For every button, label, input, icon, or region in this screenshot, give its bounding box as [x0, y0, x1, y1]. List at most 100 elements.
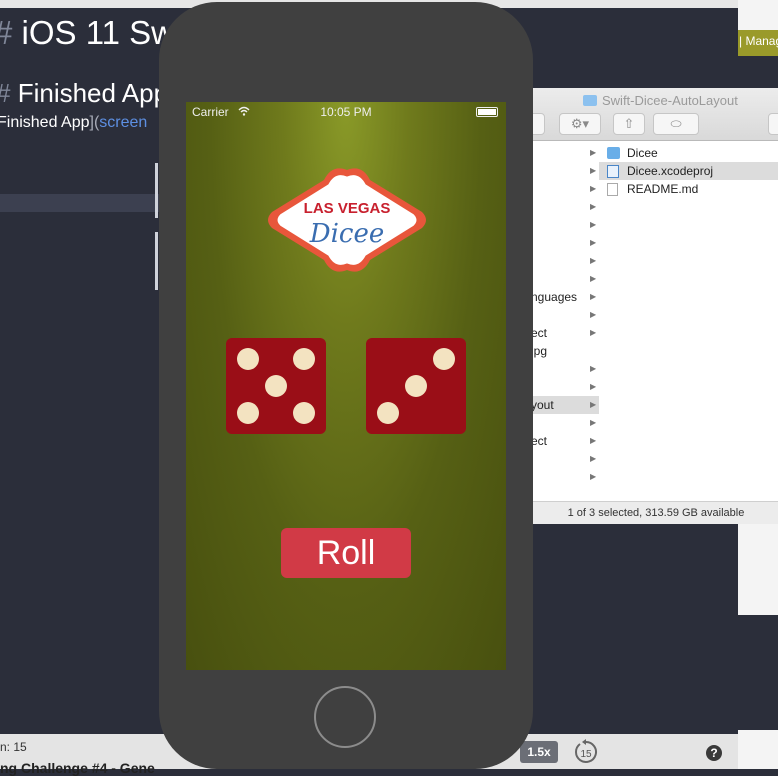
folder-list-item[interactable]: ▶: [533, 414, 599, 432]
folder-list-item[interactable]: ▶: [533, 306, 599, 324]
folder-list-item[interactable]: ect ▶: [533, 324, 599, 342]
line-number-status: n: 15: [0, 740, 27, 754]
die-pip: [293, 402, 315, 424]
action-gear-button[interactable]: ⚙▾: [559, 113, 601, 135]
battery-icon: [476, 107, 498, 117]
finder-window[interactable]: Swift-Dicee-AutoLayout ⚙▾ ⇧ ⬭ ▶ ▶ ▶ ▶ ▶ ▶ ▶ ▶ ng…: [532, 88, 778, 524]
ios-status-bar: Carrier 10:05 PM: [186, 102, 506, 122]
markdown-image-line: Finished App](screen: [0, 114, 147, 132]
folder-list-item[interactable]: ▶: [533, 270, 599, 288]
finder-status-bar: 1 of 3 selected, 313.59 GB available: [533, 501, 778, 524]
folder-list-item-label: yout: [532, 398, 554, 412]
background-window-label: | Manag: [739, 34, 778, 48]
iphone-simulator: Carrier 10:05 PM LAS VEGAS Dicee Roll: [159, 2, 533, 769]
folder-icon: [583, 95, 597, 106]
dicee-logo: LAS VEGAS Dicee: [264, 164, 430, 276]
disclosure-arrow-icon: ▶: [590, 202, 597, 211]
finder-titlebar[interactable]: Swift-Dicee-AutoLayout ⚙▾ ⇧ ⬭: [533, 88, 778, 141]
finder-file-column[interactable]: Dicee Dicee.xcodeproj README.md: [599, 141, 778, 501]
folder-list-item[interactable]: ▶: [533, 450, 599, 468]
die-pip: [405, 375, 427, 397]
folder-list-item[interactable]: ▶: [533, 252, 599, 270]
help-icon[interactable]: ?: [706, 745, 722, 761]
xcodeproj-icon: [607, 165, 619, 178]
disclosure-arrow-icon: ▶: [590, 328, 597, 337]
current-line-highlight: [0, 194, 160, 212]
disclosure-arrow-icon: ▶: [590, 148, 597, 157]
roll-button[interactable]: Roll: [281, 528, 411, 578]
disclosure-arrow-icon: ▶: [590, 256, 597, 265]
disclosure-arrow-icon: ▶: [590, 400, 597, 409]
logo-title: LAS VEGAS: [303, 200, 391, 217]
disclosure-arrow-icon: ▶: [590, 166, 597, 175]
disclosure-arrow-icon: ▶: [590, 238, 597, 247]
editor-margin-marker: [155, 232, 158, 290]
share-button[interactable]: ⇧: [613, 113, 645, 135]
folder-list-item[interactable]: ▶: [533, 234, 599, 252]
finder-title-text: Swift-Dicee-AutoLayout: [602, 93, 738, 108]
die-pip: [237, 348, 259, 370]
heading-hash: #: [0, 78, 10, 108]
skip-back-icon[interactable]: 15: [572, 738, 600, 766]
link-bracket: ](: [89, 114, 100, 131]
folder-list-item-label: ect: [532, 434, 548, 448]
background-window-panel: [738, 56, 778, 90]
markdown-heading-1: # iOS 11 Sw: [0, 14, 175, 52]
heading-hash: #: [0, 14, 12, 51]
folder-list-item[interactable]: ▶: [533, 180, 599, 198]
markdown-file-icon: [607, 183, 618, 196]
die-pip: [293, 348, 315, 370]
disclosure-arrow-icon: ▶: [590, 220, 597, 229]
lesson-title: ng Challenge #4 - Gene: [0, 760, 155, 776]
home-button[interactable]: [314, 686, 376, 748]
folder-list-item[interactable]: ▶: [533, 360, 599, 378]
view-toggle-button[interactable]: [533, 113, 545, 135]
file-list-item[interactable]: README.md: [599, 180, 778, 198]
image-link[interactable]: screen: [99, 114, 147, 131]
folder-list-item[interactable]: yout ▶: [533, 396, 599, 414]
disclosure-arrow-icon: ▶: [590, 454, 597, 463]
editor-margin-marker: [155, 163, 158, 218]
logo-subtitle: Dicee: [309, 219, 385, 249]
die-pip: [433, 348, 455, 370]
folder-icon: [607, 147, 620, 159]
playback-speed-button[interactable]: 1.5x: [520, 741, 558, 763]
finder-parent-column[interactable]: ▶ ▶ ▶ ▶ ▶ ▶ ▶ ▶ nguages ▶ ▶ ect ▶ jpg ▶ ▶ yout ▶ ▶ ect ▶ ▶ ▶: [533, 141, 600, 501]
app-screen: Carrier 10:05 PM LAS VEGAS Dicee Roll: [186, 102, 506, 670]
markdown-heading-2: # Finished App: [0, 78, 168, 109]
file-name: Dicee.xcodeproj: [627, 164, 714, 178]
image-alt-text: Finished App: [0, 114, 90, 131]
folder-list-item-label: ect: [532, 326, 548, 340]
background-window-panel: [738, 615, 778, 730]
folder-list-item[interactable]: ect ▶: [533, 432, 599, 450]
disclosure-arrow-icon: ▶: [590, 436, 597, 445]
folder-list-item[interactable]: ▶: [533, 468, 599, 486]
folder-list-item[interactable]: ▶: [533, 162, 599, 180]
file-list-item[interactable]: Dicee: [599, 144, 778, 162]
disclosure-arrow-icon: ▶: [590, 310, 597, 319]
folder-list-item[interactable]: ▶: [533, 216, 599, 234]
folder-list-item[interactable]: jpg: [533, 342, 599, 360]
disclosure-arrow-icon: ▶: [590, 418, 597, 427]
file-name: Dicee: [627, 146, 658, 160]
disclosure-arrow-icon: ▶: [590, 292, 597, 301]
heading-text: iOS 11 Sw: [21, 14, 175, 51]
die-pip: [237, 402, 259, 424]
die-left: [226, 338, 326, 434]
disclosure-arrow-icon: ▶: [590, 184, 597, 193]
skip-seconds-label: 15: [580, 749, 592, 760]
heading-text: Finished App: [17, 78, 169, 108]
folder-list-item[interactable]: nguages ▶: [533, 288, 599, 306]
folder-list-item[interactable]: ▶: [533, 378, 599, 396]
folder-list-item[interactable]: ▶: [533, 198, 599, 216]
file-list-item[interactable]: Dicee.xcodeproj: [599, 162, 778, 180]
disclosure-arrow-icon: ▶: [590, 382, 597, 391]
disclosure-arrow-icon: ▶: [590, 364, 597, 373]
tag-button[interactable]: ⬭: [653, 113, 699, 135]
search-button[interactable]: [768, 113, 778, 135]
status-time: 10:05 PM: [320, 105, 372, 119]
finder-title: Swift-Dicee-AutoLayout: [583, 93, 738, 108]
folder-list-item[interactable]: ▶: [533, 144, 599, 162]
folder-list-item-label: nguages: [532, 290, 578, 304]
die-pip: [377, 402, 399, 424]
